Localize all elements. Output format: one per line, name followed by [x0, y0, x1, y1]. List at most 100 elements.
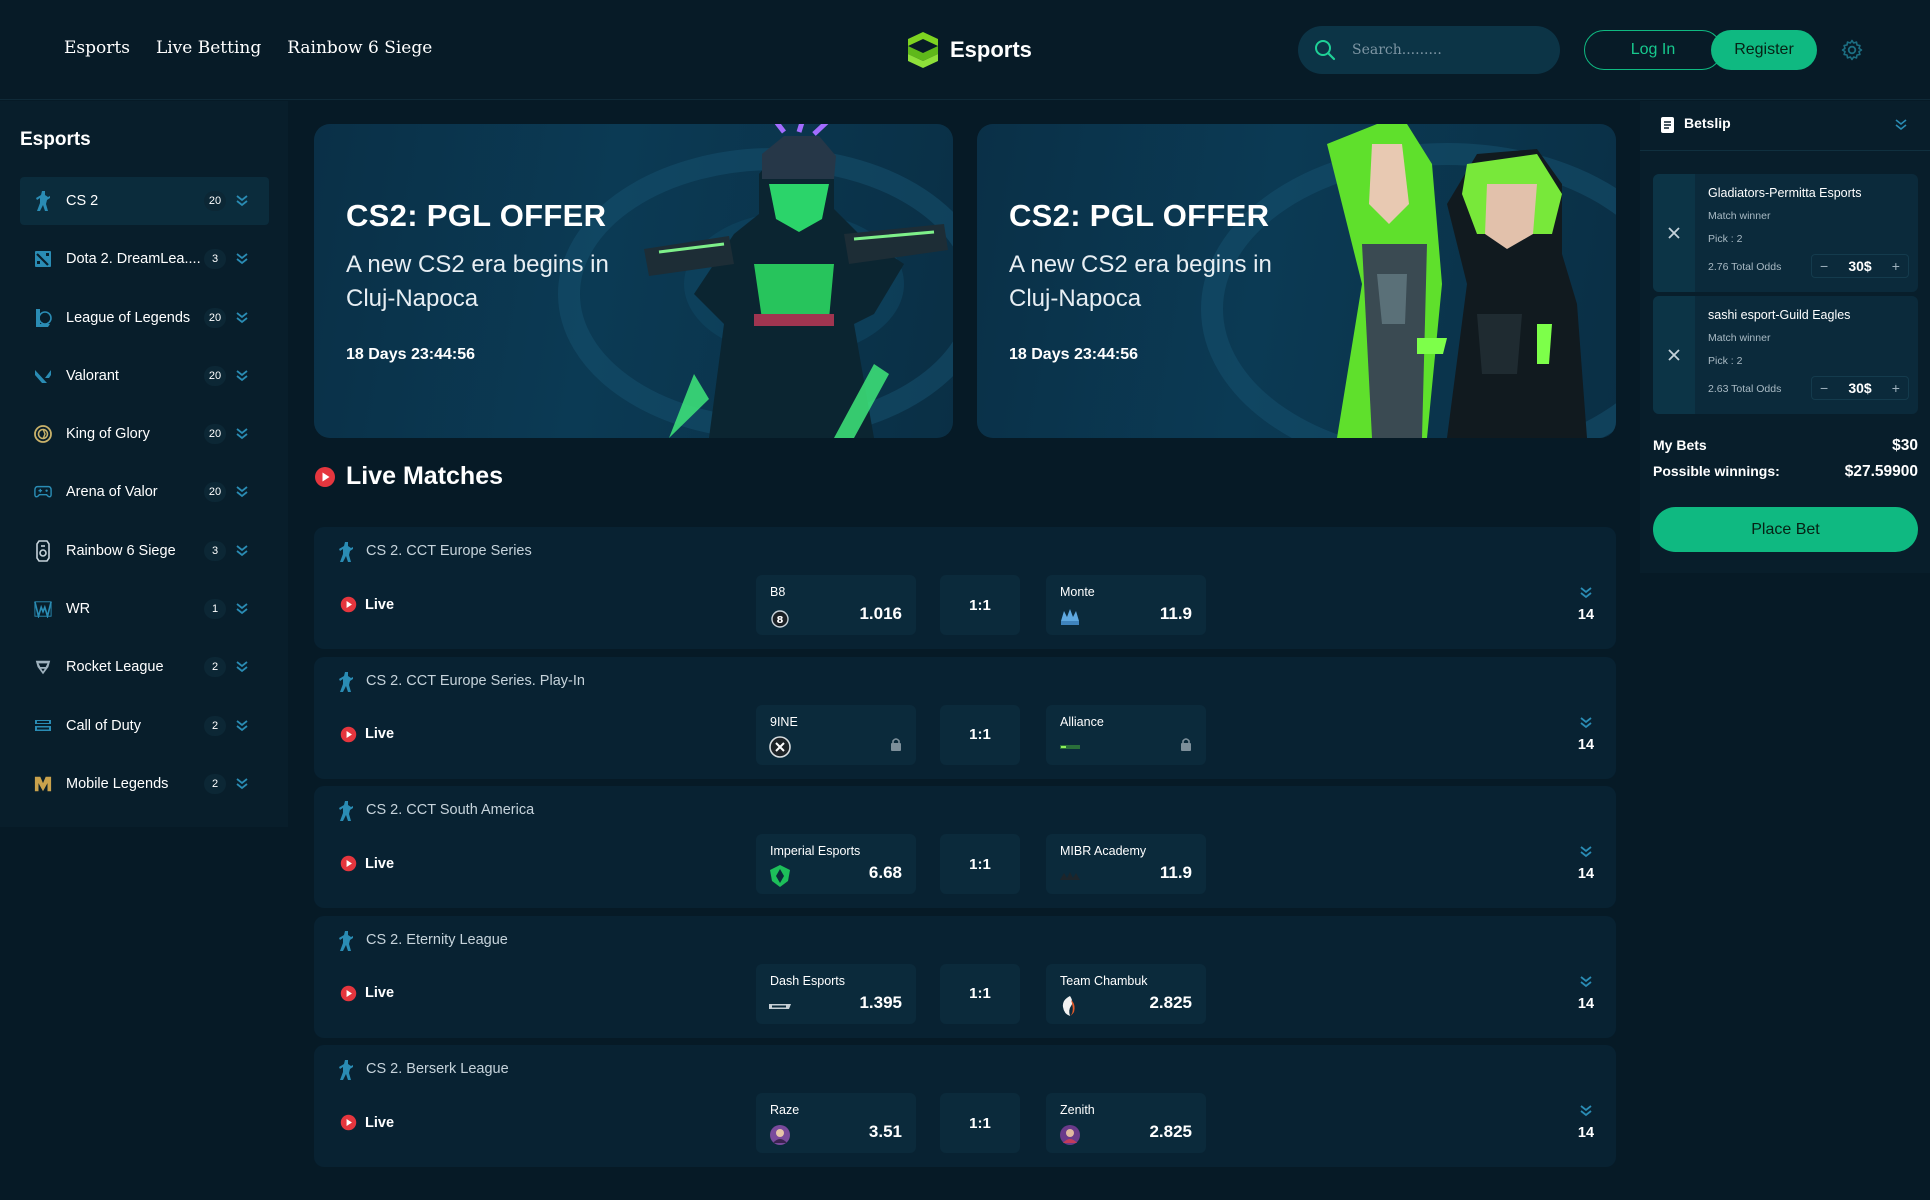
bet-match-name: Gladiators-Permitta Esports [1708, 186, 1862, 200]
team2-odds-button[interactable]: Monte 11.9 [1046, 575, 1206, 635]
chevron-down-icon[interactable] [236, 544, 248, 558]
match-league: CS 2. CCT Europe Series. Play-In [366, 672, 585, 689]
chevron-down-icon[interactable] [236, 427, 248, 441]
match-card[interactable]: CS 2. CCT Europe Series. Play-In Live 9I… [314, 656, 1616, 779]
sidebar-item-valorant[interactable]: Valorant 20 [20, 352, 269, 400]
team2-odds-button[interactable]: Alliance [1046, 704, 1206, 765]
increase-stake-button[interactable]: + [1892, 380, 1900, 396]
header: Esports Live Betting Rainbow 6 Siege Esp… [0, 0, 1930, 100]
team1-odds-button[interactable]: Imperial Esports 6.68 [756, 834, 916, 894]
chevron-down-icon[interactable] [236, 777, 248, 791]
live-status: Live [340, 1114, 394, 1131]
sidebar-item-label: CS 2 [66, 193, 99, 209]
chevron-down-icon[interactable] [1895, 119, 1907, 131]
bet-total-odds: 2.76 Total Odds [1708, 261, 1782, 273]
stake-value[interactable]: 30$ [1848, 380, 1871, 396]
chevron-down-icon[interactable] [236, 719, 248, 733]
sidebar-item-arena-of-valor[interactable]: Arena of Valor 20 [20, 468, 269, 516]
search-box[interactable] [1298, 26, 1560, 74]
chevron-down-icon[interactable] [236, 252, 248, 266]
nav-live-betting[interactable]: Live Betting [156, 38, 261, 58]
team2-odds-button[interactable]: Zenith 2.825 [1046, 1093, 1206, 1153]
possible-winnings-value: $27.59900 [1844, 463, 1918, 480]
live-play-icon [315, 466, 335, 487]
chevron-down-icon[interactable] [236, 660, 248, 674]
sidebar-item-label: Dota 2. DreamLea.... [66, 251, 201, 268]
sidebar-item-league-of-legends[interactable]: League of Legends 20 [20, 294, 269, 342]
sidebar-item-label: King of Glory [66, 426, 150, 443]
gamepad-icon [34, 481, 52, 503]
chevron-down-icon[interactable] [1580, 846, 1592, 858]
increase-stake-button[interactable]: + [1892, 258, 1900, 274]
possible-winnings-label: Possible winnings: [1653, 463, 1780, 479]
chevron-down-icon[interactable] [236, 485, 248, 499]
nav-esports[interactable]: Esports [64, 38, 130, 58]
team2-odds-button[interactable]: MIBR Academy 11.9 [1046, 834, 1206, 894]
promo-banner[interactable]: CS2: PGL OFFER A new CS2 era begins in C… [977, 124, 1616, 438]
team1-odds-button[interactable]: B8 8 1.016 [756, 575, 916, 635]
team-name: Monte [1060, 585, 1095, 599]
live-status: Live [340, 985, 394, 1002]
sidebar-item-call-of-duty[interactable]: Call of Duty 2 [20, 702, 269, 750]
sidebar-item-king-of-glory[interactable]: King of Glory 20 [20, 410, 269, 458]
chevron-down-icon[interactable] [236, 194, 248, 208]
sidebar-item-mobile-legends[interactable]: Mobile Legends 2 [20, 760, 269, 808]
chevron-down-icon[interactable] [1580, 975, 1592, 988]
team1-odds-button[interactable]: 9INE [756, 704, 916, 765]
sidebar-item-label: Rainbow 6 Siege [66, 542, 176, 559]
chevron-down-icon[interactable] [1580, 587, 1592, 599]
team-odds: 2.825 [1149, 992, 1192, 1012]
sidebar-item-label: Call of Duty [66, 717, 141, 734]
sidebar-item-dota2[interactable]: Dota 2. DreamLea.... 3 [20, 235, 269, 283]
betslip-header[interactable]: Betslip [1640, 101, 1930, 151]
more-markets-count[interactable]: 14 [1564, 996, 1608, 1012]
team-name: B8 [770, 585, 786, 599]
remove-bet-button[interactable] [1653, 174, 1695, 292]
more-markets-count[interactable]: 14 [1564, 1125, 1608, 1141]
decrease-stake-button[interactable]: − [1820, 380, 1828, 396]
team-odds: 6.68 [868, 863, 902, 882]
stake-value[interactable]: 30$ [1848, 258, 1871, 274]
logo[interactable]: Esports [904, 30, 1032, 70]
sidebar-title: Esports [20, 129, 91, 150]
place-bet-button[interactable]: Place Bet [1653, 507, 1918, 552]
decrease-stake-button[interactable]: − [1820, 258, 1828, 274]
svg-text:8: 8 [777, 615, 784, 626]
sidebar-item-cs2[interactable]: CS 2 20 [20, 177, 269, 225]
more-markets-count[interactable]: 14 [1564, 737, 1608, 753]
chevron-down-icon[interactable] [236, 369, 248, 383]
remove-bet-button[interactable] [1653, 296, 1695, 414]
register-button[interactable]: Register [1711, 30, 1817, 70]
more-markets-count[interactable]: 14 [1564, 866, 1608, 882]
login-button[interactable]: Log In [1584, 30, 1722, 70]
team-name: Zenith [1060, 1103, 1095, 1117]
gear-icon[interactable] [1840, 38, 1864, 62]
team2-odds-button[interactable]: Team Chambuk 2.825 [1046, 963, 1206, 1024]
match-card[interactable]: CS 2. Berserk League Live Raze 3.51 1:1 … [314, 1045, 1616, 1167]
sidebar-item-rocket-league[interactable]: Rocket League 2 [20, 643, 269, 691]
nav-rainbow-6-siege[interactable]: Rainbow 6 Siege [287, 38, 432, 58]
match-card[interactable]: CS 2. Eternity League Live Dash Esports … [314, 915, 1616, 1038]
team1-odds-button[interactable]: Raze 3.51 [756, 1093, 916, 1153]
sidebar-item-rainbow-6-siege[interactable]: Rainbow 6 Siege 3 [20, 527, 269, 575]
receipt-icon [1661, 117, 1674, 133]
team-logo-mibr [1060, 872, 1080, 880]
promo-banner[interactable]: CS2: PGL OFFER A new CS2 era begins in C… [314, 124, 953, 438]
sidebar-item-count: 2 [204, 773, 226, 794]
more-markets-count[interactable]: 14 [1564, 607, 1608, 623]
search-input[interactable] [1352, 42, 1542, 58]
team1-odds-button[interactable]: Dash Esports 1.395 [756, 963, 916, 1024]
live-status: Live [340, 855, 394, 872]
king-of-glory-icon [34, 423, 52, 445]
match-card[interactable]: CS 2. CCT South America Live Imperial Es… [314, 786, 1616, 908]
team-odds: 1.395 [859, 992, 902, 1012]
chevron-down-icon[interactable] [236, 311, 248, 325]
chevron-down-icon[interactable] [1580, 1105, 1592, 1117]
my-bets-row: My Bets $30 [1653, 437, 1918, 455]
match-card[interactable]: CS 2. CCT Europe Series Live B8 8 1.016 … [314, 527, 1616, 649]
bet-match-name: sashi esport-Guild Eagles [1708, 308, 1851, 322]
betslip-panel: Betslip Gladiators-Permitta Esports Matc… [1640, 101, 1930, 573]
sidebar-item-wr[interactable]: WR 1 [20, 585, 269, 633]
chevron-down-icon[interactable] [236, 602, 248, 616]
chevron-down-icon[interactable] [1580, 716, 1592, 729]
